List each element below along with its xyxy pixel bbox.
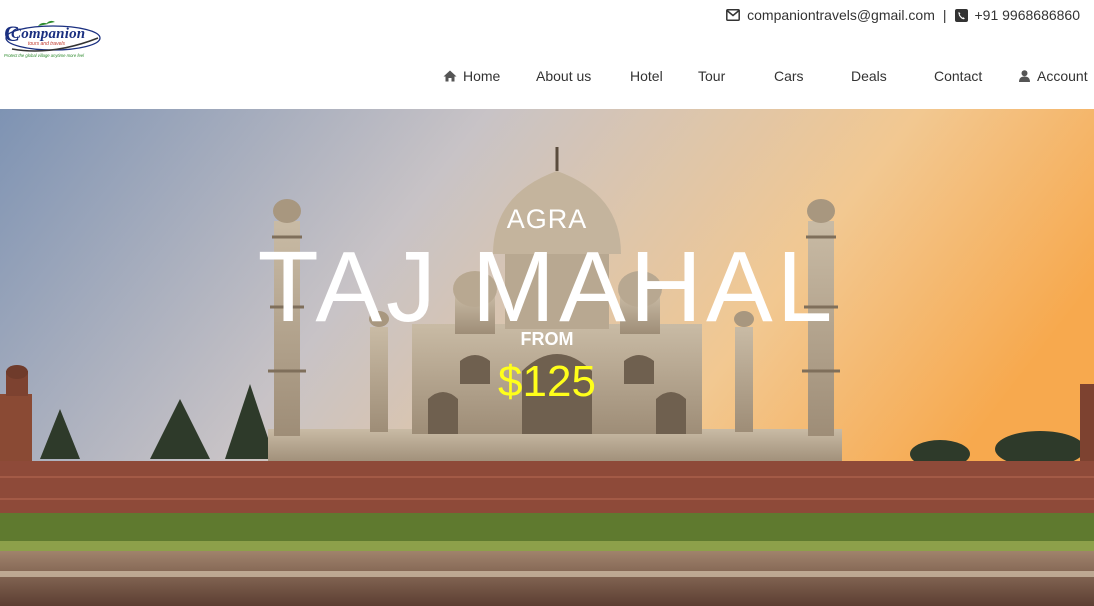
nav-label-home: Home [463, 68, 501, 84]
contact-email[interactable]: companiontravels@gmail.com [747, 7, 935, 23]
main-nav: Home About us Hotel Tour Cars Deals Cont… [0, 66, 1094, 86]
site-header: C Companion tours and travels Protect th… [0, 0, 1094, 109]
nav-item-about[interactable]: About us [536, 66, 591, 86]
nav-label-deals: Deals [851, 68, 887, 84]
nav-item-account[interactable]: Account [1019, 66, 1088, 86]
brand-logo[interactable]: C Companion tours and travels Protect th… [2, 18, 102, 62]
hero-from-label: FROM [520, 329, 574, 349]
logo-subname: tours and travels [28, 41, 65, 47]
home-icon [443, 70, 457, 82]
nav-item-tour[interactable]: Tour [698, 66, 725, 86]
contact-phone[interactable]: +91 9968686860 [975, 7, 1081, 23]
nav-label-contact: Contact [934, 68, 983, 84]
user-icon [1019, 70, 1030, 82]
nav-label-account: Account [1037, 68, 1088, 84]
nav-item-deals[interactable]: Deals [851, 66, 887, 86]
contact-separator: | [942, 7, 947, 23]
hero-text: AGRA TAJ MAHAL FROM $125 [0, 109, 1094, 606]
hero-banner: AGRA TAJ MAHAL FROM $125 [0, 109, 1094, 606]
envelope-icon [726, 9, 741, 21]
hero-title: TAJ MAHAL [257, 231, 837, 343]
nav-label-tour: Tour [698, 68, 726, 84]
nav-label-cars: Cars [774, 68, 804, 84]
nav-item-cars[interactable]: Cars [774, 66, 804, 86]
nav-item-contact[interactable]: Contact [934, 66, 982, 86]
nav-item-hotel[interactable]: Hotel [630, 66, 663, 86]
nav-label-hotel: Hotel [630, 68, 663, 84]
nav-item-home[interactable]: Home [443, 66, 500, 86]
hero-price[interactable]: $125 [0, 357, 1094, 407]
contact-bar: companiontravels@gmail.com | +91 9968686… [726, 6, 1080, 24]
phone-icon [954, 8, 968, 22]
nav-label-about: About us [536, 68, 592, 84]
logo-tagline: Protect the global village anytime more … [4, 53, 85, 58]
